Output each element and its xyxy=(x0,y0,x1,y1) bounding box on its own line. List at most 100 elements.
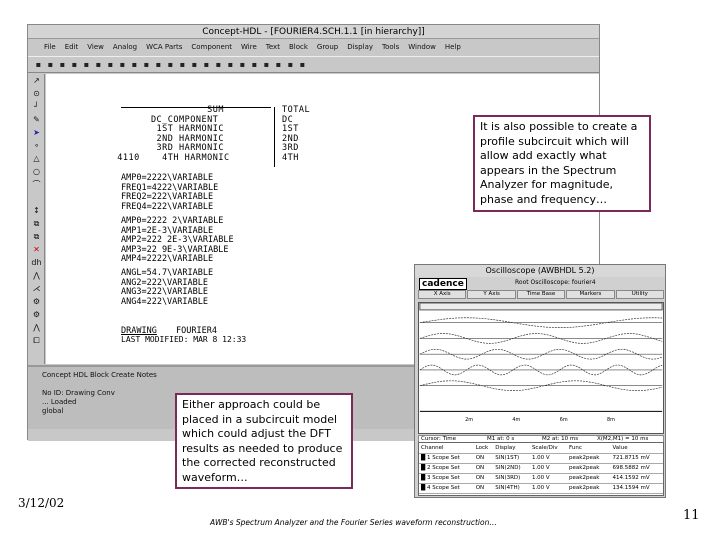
tool-15-icon[interactable]: ⋀ xyxy=(28,269,45,282)
menu-wire[interactable]: Wire xyxy=(241,40,257,55)
menu-text[interactable]: Text xyxy=(266,40,280,55)
menu-window[interactable]: Window xyxy=(408,40,436,55)
tool-18-icon[interactable]: ⚙ xyxy=(28,308,45,321)
cell: 414.1592 mV xyxy=(610,473,663,484)
menu-display[interactable]: Display xyxy=(347,40,373,55)
table-row[interactable]: █ 3 Scope Set ON SIN(3RD) 1.00 Vpeak2peak 41… xyxy=(419,473,663,484)
lock-cell[interactable]: ON xyxy=(473,463,494,474)
menu-group[interactable]: Group xyxy=(317,40,338,55)
column-header: Lock xyxy=(473,443,494,454)
tool-16-icon[interactable]: ⋌ xyxy=(28,282,45,295)
tool-4-icon[interactable]: ➤ xyxy=(28,126,45,139)
tab-time-base[interactable]: Time Base xyxy=(516,290,566,299)
slide-number: 11 xyxy=(683,508,700,523)
lock-cell[interactable]: ON xyxy=(473,473,494,484)
cell: SIN(1ST) xyxy=(493,453,530,464)
zoom-fit-icon[interactable]: ▪ xyxy=(238,60,247,69)
stop-icon[interactable]: ▪ xyxy=(286,60,295,69)
toolbar: ▪ ▪ ▪ ▪ ▪ ▪ ▪ ▪ ▪ ▪ ▪ ▪ ▪ ▪ ▪ ▪ ▪ ▪ ▪ ▪ ▪ ▪ ▪ xyxy=(28,56,599,73)
menu-component[interactable]: Component xyxy=(191,40,232,55)
x-tick-label: 6m xyxy=(560,417,568,423)
cell: 1.00 V xyxy=(529,463,568,474)
menu-analog[interactable]: Analog xyxy=(113,40,137,55)
cell: SIN(4TH) xyxy=(493,483,530,494)
tool-12-icon[interactable]: ⧉ xyxy=(28,230,45,243)
channel-cell: █ 3 Scope Set xyxy=(419,473,474,484)
menu-help[interactable]: Help xyxy=(445,40,461,55)
undo-icon[interactable]: ▪ xyxy=(94,60,103,69)
redo-icon[interactable]: ▪ xyxy=(106,60,115,69)
tool-17-icon[interactable]: ⚙ xyxy=(28,295,45,308)
zoom-in-icon[interactable]: ▪ xyxy=(214,60,223,69)
menu-block[interactable]: Block xyxy=(289,40,308,55)
tool-2-icon[interactable]: ┘ xyxy=(28,100,45,113)
x-tick-label: 8m xyxy=(607,417,615,423)
menu-wca-parts[interactable]: WCA Parts xyxy=(146,40,182,55)
open-icon[interactable]: ▪ xyxy=(46,60,55,69)
root-label: Root Oscilloscope: fourier4 xyxy=(515,279,596,286)
save-icon[interactable]: ▪ xyxy=(58,60,67,69)
tool-9-icon[interactable] xyxy=(28,191,45,204)
cadence-logo: cadence xyxy=(419,278,467,290)
zoom-prev-icon[interactable]: ▪ xyxy=(250,60,259,69)
cell: 698.5882 mV xyxy=(610,463,663,474)
tool-11-icon[interactable]: ⧉ xyxy=(28,217,45,230)
tool-1-icon[interactable]: ⊙ xyxy=(28,87,45,100)
amplitude-params: AMP0=2222 2\VARIABLE AMP1=2E-3\VARIABLE … xyxy=(121,216,234,264)
pop-icon[interactable]: ▪ xyxy=(154,60,163,69)
tool-5-icon[interactable]: ∘ xyxy=(28,139,45,152)
tool-14-icon[interactable]: dh xyxy=(28,256,45,269)
tool-20-icon[interactable]: ⧠ xyxy=(28,334,45,347)
lock-cell[interactable]: ON xyxy=(473,483,494,494)
grid2-icon[interactable]: ▪ xyxy=(190,60,199,69)
oscilloscope-window: Oscilloscope (AWBHDL 5.2) cadence Root O… xyxy=(414,264,666,498)
tab-x-axis[interactable]: X Axis xyxy=(418,290,467,299)
edit-icon[interactable]: ▪ xyxy=(118,60,127,69)
tool-10-icon[interactable]: ↕ xyxy=(28,204,45,217)
cell: peak2peak xyxy=(567,483,611,494)
channel-cell: █ 4 Scope Set xyxy=(419,483,474,494)
table-row[interactable]: █ 4 Scope Set ON SIN(4TH) 1.00 Vpeak2peak 13… xyxy=(419,483,663,494)
check-icon[interactable]: ▪ xyxy=(298,60,307,69)
column-header: Display xyxy=(493,443,530,454)
tab-markers[interactable]: Markers xyxy=(566,290,615,299)
menu-edit[interactable]: Edit xyxy=(65,40,79,55)
cell: peak2peak xyxy=(567,463,611,474)
menu-tools[interactable]: Tools xyxy=(382,40,399,55)
refresh-icon[interactable]: ▪ xyxy=(130,60,139,69)
new-icon[interactable]: ▪ xyxy=(34,60,43,69)
select-icon[interactable]: ▪ xyxy=(202,60,211,69)
tool-0-icon[interactable]: ↗ xyxy=(28,74,45,87)
attr-icon[interactable]: ▪ xyxy=(262,60,271,69)
waveform-plot: 2m 4m 6m 8m xyxy=(418,302,664,434)
plot-icon[interactable]: ▪ xyxy=(82,60,91,69)
grid-icon[interactable]: ▪ xyxy=(178,60,187,69)
print-icon[interactable]: ▪ xyxy=(70,60,79,69)
table-row[interactable]: █ 2 Scope Set ON SIN(2ND) 1.00 Vpeak2peak 69… xyxy=(419,463,663,474)
cell: 721.8715 mV xyxy=(610,453,663,464)
zoom-out-icon[interactable]: ▪ xyxy=(226,60,235,69)
slide-date: 3/12/02 xyxy=(18,496,65,510)
run-icon[interactable]: ▪ xyxy=(274,60,283,69)
x-tick-label: 4m xyxy=(512,417,520,423)
tool-13-icon[interactable]: ✕ xyxy=(28,243,45,256)
block-edge xyxy=(274,107,275,167)
lock-cell[interactable]: ON xyxy=(473,453,494,464)
menu-file[interactable]: File xyxy=(44,40,56,55)
tab-utility[interactable]: Utility xyxy=(615,290,665,299)
tool-19-icon[interactable]: ⋀ xyxy=(28,321,45,334)
output-labels: TOTAL DC 1ST 2ND 3RD 4TH xyxy=(282,105,311,163)
back-icon[interactable]: ▪ xyxy=(166,60,175,69)
table-row[interactable]: █ 1 Scope Set ON SIN(1ST) 1.00 Vpeak2peak 72… xyxy=(419,453,663,464)
menu-view[interactable]: View xyxy=(87,40,104,55)
x-tick-label: 2m xyxy=(465,417,473,423)
tool-7-icon[interactable]: ○ xyxy=(28,165,45,178)
oscilloscope-tabs: X Axis Y Axis Time Base Markers Utility xyxy=(418,290,665,299)
push-icon[interactable]: ▪ xyxy=(142,60,151,69)
column-header: Scale/Div xyxy=(529,443,568,454)
tab-y-axis[interactable]: Y Axis xyxy=(467,290,516,299)
drawing-info: LAST MODIFIED: MAR 8 12:33 xyxy=(121,335,247,344)
tool-3-icon[interactable]: ✎ xyxy=(28,113,45,126)
tool-6-icon[interactable]: △ xyxy=(28,152,45,165)
tool-8-icon[interactable]: ⌒ xyxy=(28,178,45,191)
